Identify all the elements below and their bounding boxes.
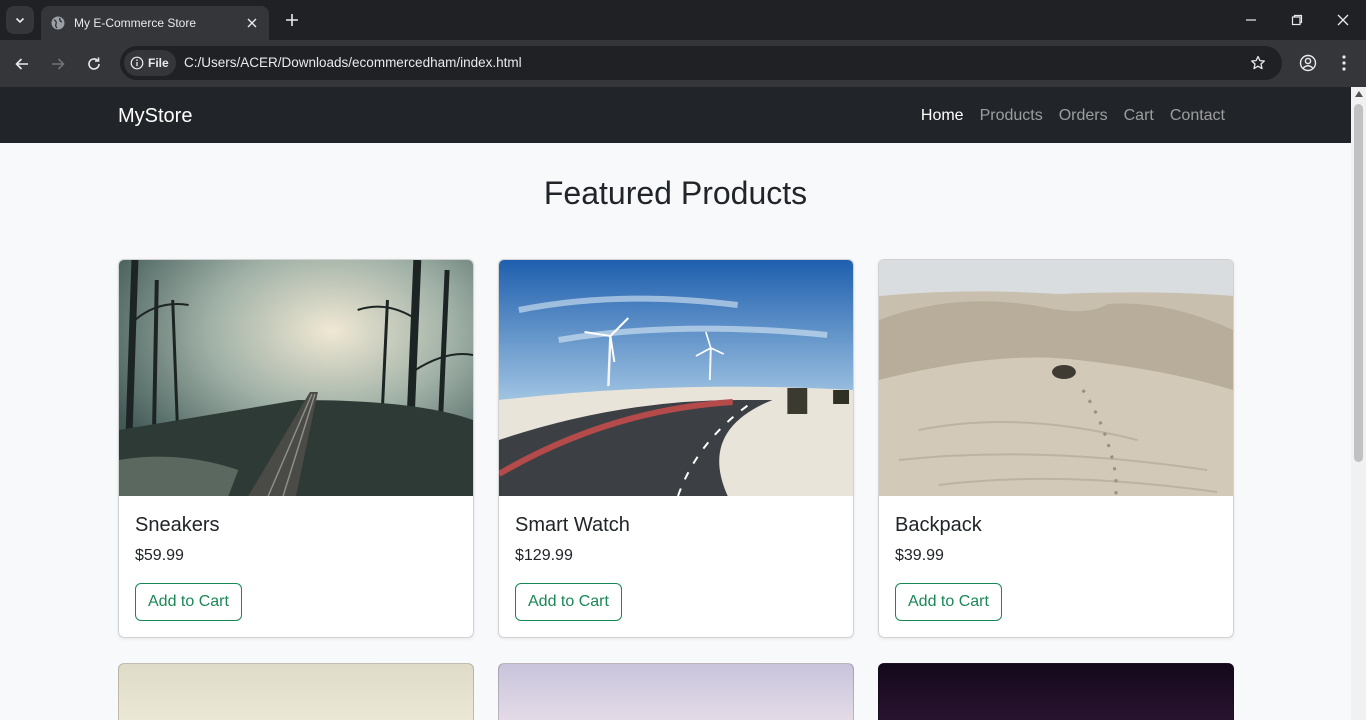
product-card-partial	[878, 663, 1234, 720]
product-name: Smart Watch	[515, 514, 630, 536]
product-price: $59.99	[135, 547, 184, 564]
url-text[interactable]: C:/Users/ACER/Downloads/ecommercedham/in…	[184, 54, 522, 72]
add-to-cart-button[interactable]: Add to Cart	[135, 583, 242, 621]
close-icon	[1337, 14, 1349, 26]
nav-link-home[interactable]: Home	[921, 105, 964, 127]
close-icon[interactable]	[243, 14, 261, 32]
product-card: Backpack $39.99 Add to Cart	[878, 259, 1234, 638]
browser-tab-strip: My E-Commerce Store	[0, 0, 1366, 40]
add-to-cart-button[interactable]: Add to Cart	[515, 583, 622, 621]
menu-button[interactable]	[1331, 50, 1357, 76]
minimize-icon	[1246, 19, 1256, 21]
site-navbar: MyStore Home Products Orders Cart Contac…	[0, 87, 1351, 143]
forward-button[interactable]	[44, 50, 72, 78]
scroll-up-arrow-icon[interactable]	[1355, 91, 1363, 97]
site-chip-label: File	[148, 56, 169, 70]
product-card-partial	[118, 663, 474, 720]
product-card-partial	[498, 663, 854, 720]
restore-button[interactable]	[1274, 0, 1320, 40]
profile-button[interactable]	[1295, 50, 1321, 76]
minimize-button[interactable]	[1228, 0, 1274, 40]
card-body: Smart Watch $129.99 Add to Cart	[499, 496, 853, 637]
arrow-left-icon	[15, 58, 28, 70]
plus-icon	[286, 14, 298, 26]
bookmark-star-icon[interactable]	[1247, 52, 1269, 74]
tab-search-button[interactable]	[6, 6, 34, 34]
product-card: Sneakers $59.99 Add to Cart	[118, 259, 474, 638]
product-name: Backpack	[895, 514, 982, 536]
globe-icon	[50, 15, 66, 31]
product-price: $129.99	[515, 547, 573, 564]
new-tab-button[interactable]	[281, 9, 303, 31]
product-name: Sneakers	[135, 514, 220, 536]
add-to-cart-button[interactable]: Add to Cart	[895, 583, 1002, 621]
info-icon	[130, 56, 144, 70]
product-image	[499, 260, 853, 496]
page-viewport: MyStore Home Products Orders Cart Contac…	[0, 87, 1366, 720]
nav-link-products[interactable]: Products	[980, 105, 1043, 127]
nav-link-orders[interactable]: Orders	[1059, 105, 1108, 127]
browser-tab[interactable]: My E-Commerce Store	[41, 6, 269, 40]
page-scrollbar[interactable]	[1351, 87, 1366, 720]
tab-title: My E-Commerce Store	[74, 16, 197, 30]
back-button[interactable]	[8, 50, 36, 78]
reload-button[interactable]	[80, 50, 108, 78]
product-image	[119, 260, 473, 496]
product-price: $39.99	[895, 547, 944, 564]
restore-icon	[1291, 14, 1303, 26]
nav-link-contact[interactable]: Contact	[1170, 105, 1225, 127]
arrow-right-icon	[52, 58, 65, 70]
chevron-down-icon	[15, 17, 25, 24]
product-card: Smart Watch $129.99 Add to Cart	[498, 259, 854, 638]
card-body: Sneakers $59.99 Add to Cart	[119, 496, 473, 637]
card-body: Backpack $39.99 Add to Cart	[879, 496, 1233, 637]
profile-icon	[1299, 54, 1317, 72]
nav-link-cart[interactable]: Cart	[1124, 105, 1154, 127]
site-info-chip[interactable]: File	[124, 50, 176, 76]
product-image	[879, 260, 1233, 496]
page-title: Featured Products	[543, 175, 808, 211]
nav-links: Home Products Orders Cart Contact	[921, 105, 1225, 127]
more-vertical-icon	[1342, 55, 1346, 71]
reload-icon	[88, 57, 100, 70]
scroll-thumb[interactable]	[1354, 104, 1363, 462]
close-window-button[interactable]	[1320, 0, 1366, 40]
brand-logo[interactable]: MyStore	[118, 103, 192, 129]
